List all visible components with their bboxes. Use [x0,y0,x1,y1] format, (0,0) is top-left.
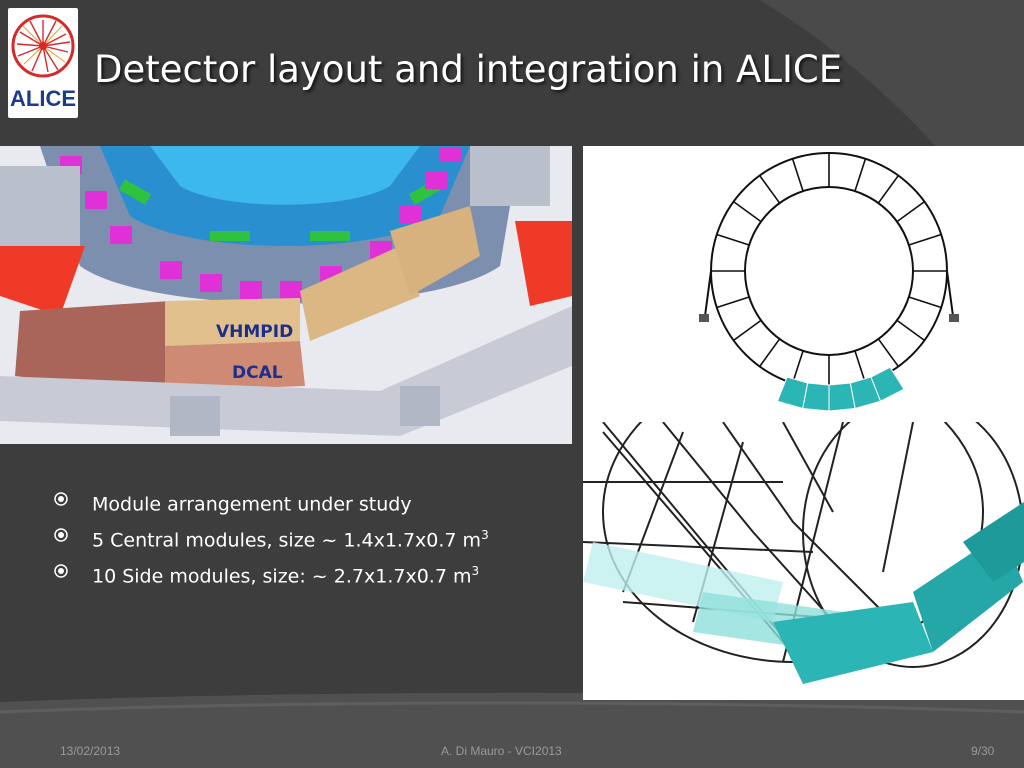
alice-logo-icon [11,14,75,78]
vhmpid-label: VHMPID [216,322,294,342]
ring-front-view-image [583,146,1024,422]
footer-date: 13/02/2013 [60,744,121,758]
circle-dot-icon [54,564,68,578]
bullet-item: Module arrangement under study [54,486,574,522]
slide-title: Detector layout and integration in ALICE [94,48,843,91]
detector-render-graphic [0,146,572,444]
frame-3d-view-graphic [583,422,1024,700]
frame-3d-view-image [583,422,1024,700]
bullet-list: Module arrangement under study 5 Central… [54,486,574,594]
footer-author: A. Di Mauro - VCI2013 [441,744,562,758]
footer-page-number: 9/30 [971,744,995,758]
alice-logo: ALICE [8,8,78,118]
bullet-text: Module arrangement under study [92,493,412,516]
bullet-item: 5 Central modules, size ~ 1.4x1.7x0.7 m3 [54,522,574,558]
circle-dot-icon [54,528,68,542]
bullet-text: 10 Side modules, size: ~ 2.7x1.7x0.7 m3 [92,564,480,588]
circle-dot-icon [54,492,68,506]
logo-text: ALICE [10,86,76,111]
bullet-text: 5 Central modules, size ~ 1.4x1.7x0.7 m3 [92,528,489,552]
ring-front-view-graphic [583,146,1024,422]
teal-module [802,382,830,412]
detector-render-image: VHMPID DCAL [0,146,572,444]
dcal-label: DCAL [232,363,283,383]
bullet-item: 10 Side modules, size: ~ 2.7x1.7x0.7 m3 [54,558,574,594]
